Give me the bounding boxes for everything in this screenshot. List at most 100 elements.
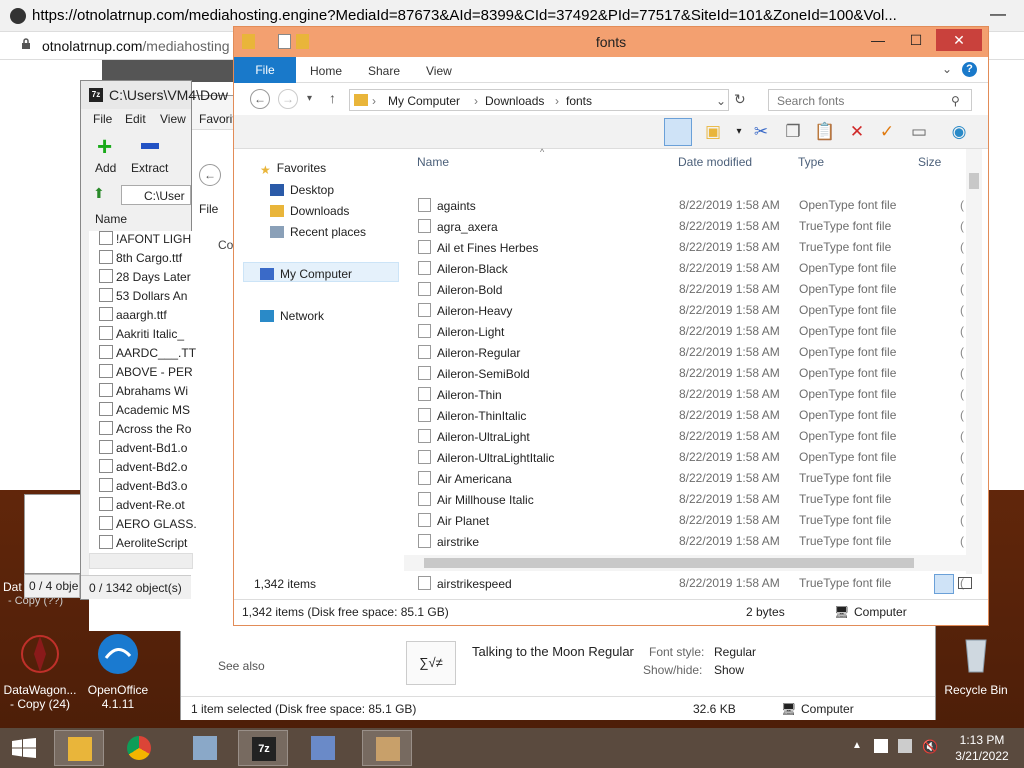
horizontal-scrollbar[interactable]: [404, 555, 974, 571]
table-row[interactable]: Aileron-UltraLight 8/22/2019 1:58 AM OpenT…: [404, 426, 964, 447]
taskbar-7zip[interactable]: 7z: [238, 730, 288, 766]
details-view-icon[interactable]: [934, 574, 954, 594]
7zip-hscrollbar[interactable]: [89, 553, 193, 569]
back-icon[interactable]: ←: [199, 164, 221, 186]
table-row[interactable]: againts 8/22/2019 1:58 AM OpenType font fi…: [404, 195, 964, 216]
taskbar-chrome[interactable]: [114, 730, 164, 766]
breadcrumb[interactable]: › My Computer › Downloads › fonts ⌄: [349, 89, 729, 111]
volume-muted-icon[interactable]: 🔇: [922, 739, 938, 755]
recent-dropdown-icon[interactable]: ▾: [307, 93, 312, 104]
ribbon-expand-icon[interactable]: ⌄: [942, 62, 952, 76]
close-button[interactable]: ✕: [936, 29, 982, 51]
list-item[interactable]: aaargh.ttf: [99, 307, 167, 322]
taskbar-font-app[interactable]: [298, 730, 348, 766]
address-text[interactable]: otnolatrnup.com/mediahosting: [42, 38, 230, 54]
extract-button[interactable]: Extract: [131, 161, 168, 175]
minimize-button[interactable]: —: [860, 29, 896, 51]
list-item[interactable]: 8th Cargo.ttf: [99, 250, 182, 265]
7zip-path-field[interactable]: C:\User: [121, 185, 191, 205]
desktop-icon-openoffice[interactable]: OpenOffice 4.1.11: [78, 632, 158, 711]
taskbar-file-explorer[interactable]: [54, 730, 104, 766]
table-row[interactable]: airstrikespeed 8/22/2019 1:58 AM TrueType …: [404, 573, 964, 594]
breadcrumb-my-computer[interactable]: My Computer: [388, 94, 460, 108]
folder-options-icon[interactable]: ▣: [702, 121, 724, 143]
globe-icon[interactable]: ◉: [948, 121, 970, 143]
paste-icon[interactable]: 📋: [814, 121, 836, 143]
maximize-button[interactable]: ☐: [898, 29, 934, 51]
table-row[interactable]: airstrike 8/22/2019 1:58 AM TrueType font …: [404, 531, 964, 552]
vertical-scrollbar[interactable]: [966, 149, 982, 574]
menu-favorites[interactable]: Favorit: [199, 112, 236, 126]
copy-icon[interactable]: ❐: [782, 121, 804, 143]
checkmark-icon[interactable]: ✓: [876, 121, 898, 143]
horizontal-scroll-thumb[interactable]: [424, 558, 914, 568]
list-item[interactable]: Academic MS: [99, 402, 190, 417]
refresh-icon[interactable]: ↻: [734, 91, 746, 108]
column-date[interactable]: Date modified: [678, 155, 752, 169]
up-icon[interactable]: ↑: [329, 90, 336, 106]
list-item[interactable]: advent-Re.ot: [99, 497, 185, 512]
table-row[interactable]: agra_axera 8/22/2019 1:58 AM TrueType font…: [404, 216, 964, 237]
list-item[interactable]: advent-Bd2.o: [99, 459, 187, 474]
system-clock[interactable]: 1:13 PM 3/21/2022: [950, 732, 1014, 764]
preview-pane-icon[interactable]: [664, 118, 692, 146]
table-row[interactable]: Aileron-ThinItalic 8/22/2019 1:58 AM OpenT…: [404, 405, 964, 426]
table-row[interactable]: Aileron-SemiBold 8/22/2019 1:58 AM OpenTyp…: [404, 363, 964, 384]
add-button[interactable]: Add: [95, 161, 116, 175]
nav-recent[interactable]: Recent places: [270, 225, 366, 239]
list-item[interactable]: advent-Bd3.o: [99, 478, 187, 493]
tab-home[interactable]: Home: [310, 64, 342, 78]
table-row[interactable]: Aileron-Heavy 8/22/2019 1:58 AM OpenType f…: [404, 300, 964, 321]
7zip-column-name[interactable]: Name: [95, 212, 127, 226]
desktop-icon-recycle-bin[interactable]: Recycle Bin: [936, 632, 1016, 697]
taskbar-control-panel[interactable]: [180, 730, 230, 766]
tab-share[interactable]: Share: [368, 64, 400, 78]
rename-icon[interactable]: ▭: [908, 121, 930, 143]
list-item[interactable]: AeroliteScript: [99, 535, 187, 550]
tray-expand-icon[interactable]: ▲: [852, 740, 862, 751]
file-tab[interactable]: File: [199, 202, 218, 216]
large-icons-view-icon[interactable]: [958, 577, 972, 589]
start-button[interactable]: [12, 738, 36, 758]
vertical-scroll-thumb[interactable]: [969, 173, 979, 189]
table-row[interactable]: Aileron-Thin 8/22/2019 1:58 AM OpenType fo…: [404, 384, 964, 405]
network-tray-icon[interactable]: [898, 739, 912, 753]
column-type[interactable]: Type: [798, 155, 824, 169]
nav-downloads[interactable]: Downloads: [270, 204, 349, 218]
help-icon[interactable]: ?: [962, 62, 977, 77]
menu-view[interactable]: View: [160, 112, 186, 126]
table-row[interactable]: Aileron-Black 8/22/2019 1:58 AM OpenType f…: [404, 258, 964, 279]
back-icon[interactable]: ←: [250, 89, 270, 109]
table-row[interactable]: Air Millhouse Italic 8/22/2019 1:58 AM Tru…: [404, 489, 964, 510]
action-center-icon[interactable]: [874, 739, 888, 753]
table-row[interactable]: Ail et Fines Herbes 8/22/2019 1:58 AM True…: [404, 237, 964, 258]
nav-my-computer-selected[interactable]: My Computer: [260, 267, 352, 281]
list-item[interactable]: ABOVE - PER: [99, 364, 193, 379]
list-item[interactable]: 28 Days Later: [99, 269, 191, 284]
list-item[interactable]: Abrahams Wi: [99, 383, 188, 398]
menu-edit[interactable]: Edit: [125, 112, 146, 126]
tab-file[interactable]: File: [234, 57, 296, 83]
search-input[interactable]: Search fonts ⚲: [768, 89, 972, 111]
list-item[interactable]: Aakriti Italic_: [99, 326, 184, 341]
list-item[interactable]: AARDC___.TT: [99, 345, 196, 360]
list-item[interactable]: AERO GLASS.: [99, 516, 197, 531]
up-folder-icon[interactable]: ⬆: [93, 185, 105, 202]
chevron-down-icon[interactable]: ⌄: [716, 94, 726, 108]
delete-icon[interactable]: ✕: [846, 121, 868, 143]
table-row[interactable]: Aileron-Regular 8/22/2019 1:58 AM OpenType…: [404, 342, 964, 363]
breadcrumb-downloads[interactable]: Downloads: [485, 94, 544, 108]
list-item[interactable]: advent-Bd1.o: [99, 440, 187, 455]
nav-desktop[interactable]: Desktop: [270, 183, 334, 197]
list-item[interactable]: Across the Ro: [99, 421, 191, 436]
list-item[interactable]: !AFONT LIGH: [99, 231, 191, 246]
table-row[interactable]: Aileron-UltraLightItalic 8/22/2019 1:58 A…: [404, 447, 964, 468]
extract-icon[interactable]: [141, 143, 159, 149]
table-row[interactable]: Air Americana 8/22/2019 1:58 AM TrueType f…: [404, 468, 964, 489]
nav-network[interactable]: Network: [260, 309, 324, 323]
tab-view[interactable]: View: [426, 64, 452, 78]
search-icon[interactable]: ⚲: [951, 94, 960, 108]
column-name[interactable]: Name: [417, 155, 449, 169]
table-row[interactable]: Aileron-Bold 8/22/2019 1:58 AM OpenType fo…: [404, 279, 964, 300]
forward-icon[interactable]: →: [278, 89, 298, 109]
